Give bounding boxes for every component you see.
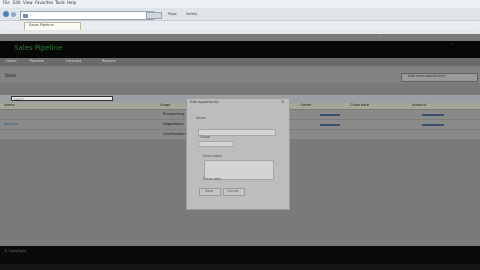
- app-title: Sales Pipeline: [14, 44, 63, 52]
- menu-help[interactable]: Help: [67, 1, 76, 5]
- column-header-amount[interactable]: Amount: [412, 103, 426, 108]
- back-icon[interactable]: [3, 11, 9, 17]
- page-icon: [23, 14, 28, 18]
- row-stage: Qualification: [163, 132, 186, 136]
- menu-file[interactable]: File: [3, 1, 10, 5]
- address-bar[interactable]: ...: [20, 11, 154, 20]
- menu-edit[interactable]: Edit: [13, 1, 21, 5]
- dialog-label-description: Description: [203, 154, 223, 158]
- row-name-link[interactable]: Account: [4, 122, 19, 127]
- toolbar-safety[interactable]: Safety: [186, 12, 198, 17]
- browser-statusbar: [0, 264, 480, 270]
- favorites-bar: [3, 30, 477, 34]
- dialog-label-name: Name: [196, 116, 207, 120]
- add-opportunity-button[interactable]: Add new opportunity: [401, 73, 478, 82]
- add-opportunity-label: Add new opportunity: [408, 74, 446, 78]
- nav-forecast[interactable]: Forecast: [66, 59, 81, 64]
- row-owner-link[interactable]: [320, 114, 340, 116]
- column-header-date[interactable]: Close date: [350, 103, 369, 108]
- page-title: Deals: [5, 73, 17, 78]
- dialog-stage-select[interactable]: [198, 141, 234, 147]
- browser-tab-label: Sales Pipeline: [29, 23, 54, 27]
- header-user-link[interactable]: ...: [450, 41, 453, 46]
- app-header: [0, 41, 480, 58]
- dialog-save-label: Save: [205, 189, 214, 193]
- nav-pipeline[interactable]: Pipeline: [30, 59, 44, 64]
- dialog-title: Edit opportunity: [190, 100, 220, 104]
- search-input[interactable]: [11, 96, 113, 101]
- dialog-save-button[interactable]: Save: [199, 188, 221, 196]
- column-header-stage[interactable]: Stage: [160, 103, 170, 108]
- menu-favorites[interactable]: Favorites: [35, 1, 53, 5]
- row-stage: Negotiation: [163, 122, 184, 126]
- go-button[interactable]: [146, 12, 162, 19]
- dialog-label-stage: Stage: [200, 135, 210, 139]
- column-header-owner[interactable]: Owner: [300, 103, 312, 108]
- toolbar-page[interactable]: Page: [168, 12, 177, 17]
- row-amount-link[interactable]: [422, 114, 444, 116]
- row-stage: Prospecting: [163, 112, 185, 116]
- forward-icon[interactable]: [11, 12, 16, 17]
- dialog-label-date: Close date: [203, 177, 221, 181]
- address-text: ...: [30, 13, 34, 17]
- footer-copyright: © Copyright: [4, 249, 27, 253]
- column-header-name[interactable]: Name: [4, 103, 15, 108]
- nav-home[interactable]: Home: [6, 59, 17, 64]
- menu-tools[interactable]: Tools: [55, 1, 65, 5]
- dialog-cancel-button[interactable]: Cancel: [223, 188, 245, 196]
- close-icon[interactable]: ×: [281, 100, 284, 104]
- app-subtitle: ...: [378, 33, 382, 38]
- menu-view[interactable]: View: [23, 1, 33, 5]
- row-amount-link[interactable]: [422, 124, 444, 126]
- dialog-cancel-label: Cancel: [227, 189, 239, 193]
- nav-reports[interactable]: Reports: [102, 59, 116, 64]
- row-owner-link[interactable]: [320, 124, 340, 126]
